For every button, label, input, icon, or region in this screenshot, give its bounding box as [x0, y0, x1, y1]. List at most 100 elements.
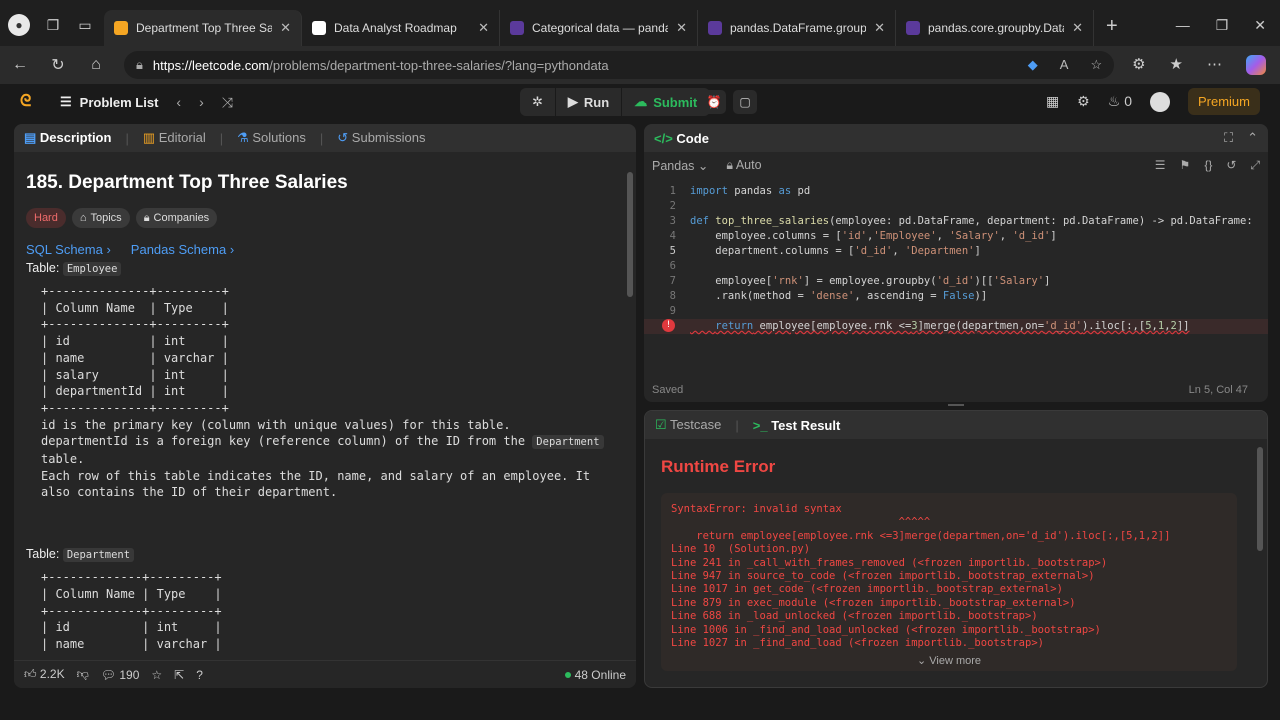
- bookmark-icon[interactable]: ⚑: [1180, 158, 1191, 173]
- panel-resize-handle[interactable]: [948, 404, 964, 406]
- pandas-schema-link[interactable]: Pandas Schema ›: [131, 242, 234, 257]
- scroll-thumb[interactable]: [627, 172, 633, 297]
- result-scrollbar[interactable]: [1257, 447, 1263, 551]
- like-button[interactable]: 👍︎ 2.2K: [24, 667, 65, 682]
- premium-button[interactable]: Premium: [1187, 88, 1260, 115]
- comment-count: 190: [119, 667, 140, 682]
- shuffle-icon[interactable]: ⤨: [222, 94, 233, 111]
- extension-tag-icon[interactable]: ◆: [1028, 57, 1038, 73]
- code-panel: </> Code ⛶ ⌃ Pandas ⌄ 🔒︎ Auto ☰ ⚑ {} ↺ ⤢…: [644, 124, 1268, 402]
- table2-label: Table: Department: [26, 547, 624, 563]
- code-line: 9: [644, 304, 1268, 319]
- new-tab-icon[interactable]: +: [1094, 15, 1130, 46]
- tab-solutions[interactable]: ⚗ Solutions: [237, 130, 306, 146]
- note-icon[interactable]: ▢: [733, 90, 757, 114]
- line-number: 2: [669, 200, 676, 212]
- back-icon[interactable]: ←: [10, 56, 30, 74]
- workspaces-icon[interactable]: ❐: [44, 16, 62, 34]
- code-line: 3 def top_three_salaries(employee: pd.Dat…: [644, 214, 1268, 229]
- close-tab-icon[interactable]: ✕: [280, 20, 291, 36]
- browser-tab-3[interactable]: pandas.DataFrame.groupby — pa ✕: [698, 10, 896, 46]
- line-number: 3: [669, 215, 676, 227]
- tag-icon: ⌂: [79, 212, 87, 224]
- collapse-icon[interactable]: ⌃: [1247, 130, 1258, 146]
- sql-schema-link[interactable]: SQL Schema ›: [26, 242, 111, 257]
- tab-description[interactable]: ▤ Description: [24, 130, 111, 146]
- view-more-button[interactable]: ⌄ View more: [661, 654, 1237, 667]
- favorites-icon[interactable]: ★: [1170, 55, 1183, 75]
- settings-gear-icon[interactable]: ⚙: [1077, 93, 1090, 110]
- error-line: Line 1017 in get_code (<frozen importlib…: [671, 583, 1063, 596]
- dislike-icon[interactable]: 👎︎: [77, 667, 89, 682]
- book-icon: ▥: [142, 130, 156, 145]
- timer-icon[interactable]: ⏰: [702, 90, 726, 114]
- problem-list-button[interactable]: ☰ Problem List: [60, 94, 158, 110]
- companies-label: Companies: [153, 212, 210, 224]
- minimize-icon[interactable]: —: [1176, 17, 1190, 34]
- tab-editorial[interactable]: ▥ Editorial: [143, 130, 206, 146]
- code-line: 6: [644, 259, 1268, 274]
- language-value: Pandas: [652, 158, 695, 173]
- browser-tab-4[interactable]: pandas.core.groupby.DataFrame ✕: [896, 10, 1094, 46]
- companies-button[interactable]: 🔒︎ Companies: [135, 208, 218, 228]
- fire-icon: ♨: [1107, 93, 1121, 109]
- read-aloud-icon[interactable]: A: [1060, 57, 1069, 73]
- description-tabs: ▤ Description | ▥ Editorial | ⚗ Solution…: [14, 124, 636, 152]
- fullscreen-icon[interactable]: ⛶: [1224, 130, 1233, 146]
- browser-tab-0[interactable]: Department Top Three Salaries - ✕: [104, 10, 302, 46]
- description-scrollbar[interactable]: [626, 152, 634, 652]
- reload-icon[interactable]: ↻: [48, 55, 68, 75]
- close-tab-icon[interactable]: ✕: [478, 20, 489, 36]
- window-close-icon[interactable]: ✕: [1254, 17, 1266, 34]
- line-number: 8: [669, 290, 676, 302]
- browser-tab-1[interactable]: Data Analyst Roadmap ✕: [302, 10, 500, 46]
- code-tab[interactable]: </> Code: [654, 131, 709, 146]
- next-problem-icon[interactable]: ›: [199, 94, 204, 110]
- problem-list-label: Problem List: [79, 94, 159, 110]
- tab-test-result[interactable]: >_ Test Result: [753, 418, 841, 433]
- close-tab-icon[interactable]: ✕: [874, 20, 885, 36]
- favorite-star-icon[interactable]: ☆: [151, 668, 162, 682]
- description-panel: ▤ Description | ▥ Editorial | ⚗ Solution…: [14, 124, 636, 688]
- run-button[interactable]: ▶ Run: [556, 88, 623, 116]
- close-tab-icon[interactable]: ✕: [676, 20, 687, 36]
- submit-button[interactable]: ☁ Submit: [622, 88, 711, 116]
- leetcode-logo-icon[interactable]: ᘓ: [20, 93, 38, 111]
- language-select[interactable]: Pandas ⌄: [652, 158, 708, 173]
- profile-icon[interactable]: ●: [8, 14, 30, 36]
- copilot-icon[interactable]: [1246, 55, 1266, 75]
- help-icon[interactable]: ?: [196, 668, 203, 682]
- home-icon[interactable]: ⌂: [86, 56, 106, 74]
- comments-button[interactable]: 💬︎ 190: [101, 668, 140, 682]
- braces-icon[interactable]: {}: [1204, 158, 1212, 173]
- tab-label: Test Result: [771, 417, 841, 433]
- streak-counter[interactable]: ♨ 0: [1108, 93, 1132, 110]
- lock-icon: 🔒︎: [726, 157, 734, 172]
- format-icon[interactable]: ☰: [1155, 158, 1166, 173]
- layout-icon[interactable]: ▦: [1046, 93, 1059, 110]
- topics-button[interactable]: ⌂ Topics: [71, 208, 130, 228]
- url-host: https://leetcode.com: [152, 57, 270, 73]
- url-field[interactable]: 🔒︎ https://leetcode.com/problems/departm…: [124, 51, 1115, 79]
- tab-actions-icon[interactable]: ▭: [76, 16, 94, 34]
- favorite-star-icon[interactable]: ☆: [1090, 57, 1102, 73]
- maximize-icon[interactable]: ❐: [1216, 17, 1229, 34]
- extensions-icon[interactable]: ⚙: [1132, 55, 1145, 75]
- description-body: 185. Department Top Three Salaries Hard …: [14, 152, 636, 660]
- streak-value: 0: [1124, 93, 1132, 109]
- code-editor[interactable]: 1 import pandas as pd 2 3 def top_three_sa…: [644, 178, 1268, 378]
- tab-submissions[interactable]: ↺ Submissions: [337, 130, 425, 146]
- browser-tab-2[interactable]: Categorical data — pandas 2.2.3 ✕: [500, 10, 698, 46]
- more-icon[interactable]: ⋯: [1207, 55, 1222, 75]
- auto-mode[interactable]: 🔒︎ Auto: [726, 158, 761, 173]
- close-tab-icon[interactable]: ✕: [1072, 20, 1083, 36]
- error-icon[interactable]: !: [662, 319, 675, 332]
- user-avatar[interactable]: [1149, 91, 1170, 112]
- share-icon[interactable]: ⇱: [174, 668, 184, 682]
- prev-problem-icon[interactable]: ‹: [176, 94, 181, 110]
- debug-icon[interactable]: ✲: [520, 88, 556, 116]
- tab-testcase[interactable]: ☑ Testcase: [655, 417, 721, 433]
- reset-icon[interactable]: ↺: [1226, 158, 1236, 173]
- expand-icon[interactable]: ⤢: [1250, 158, 1260, 173]
- error-line: Line 10 (Solution.py): [671, 543, 811, 556]
